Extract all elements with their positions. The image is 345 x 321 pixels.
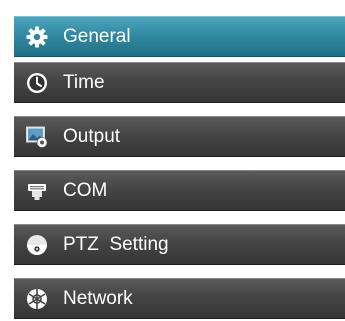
menu-item-general[interactable]: General <box>14 16 345 57</box>
menu-item-com[interactable]: COM <box>14 170 345 211</box>
menu-item-time[interactable]: Time <box>14 62 345 103</box>
gear-icon <box>26 26 48 47</box>
menu-item-network[interactable]: Network <box>14 278 345 319</box>
menu-item-label: Output <box>63 126 121 147</box>
menu-item-label: Time <box>63 72 105 93</box>
menu-item-label: COM <box>63 180 108 201</box>
menu-item-ptz-setting[interactable]: PTZ Setting <box>14 224 345 265</box>
menu-item-label: Network <box>63 288 133 309</box>
menu-item-label: General <box>63 26 131 47</box>
com-port-icon <box>28 183 46 200</box>
clock-icon <box>27 72 47 93</box>
ptz-camera-icon <box>27 234 47 255</box>
output-settings-icon <box>26 126 48 148</box>
settings-menu: General Time Output COM PTZ Setting Netw… <box>0 0 345 321</box>
menu-item-label: PTZ Setting <box>63 234 169 255</box>
menu-item-output[interactable]: Output <box>14 116 345 157</box>
network-globe-icon <box>27 288 47 309</box>
